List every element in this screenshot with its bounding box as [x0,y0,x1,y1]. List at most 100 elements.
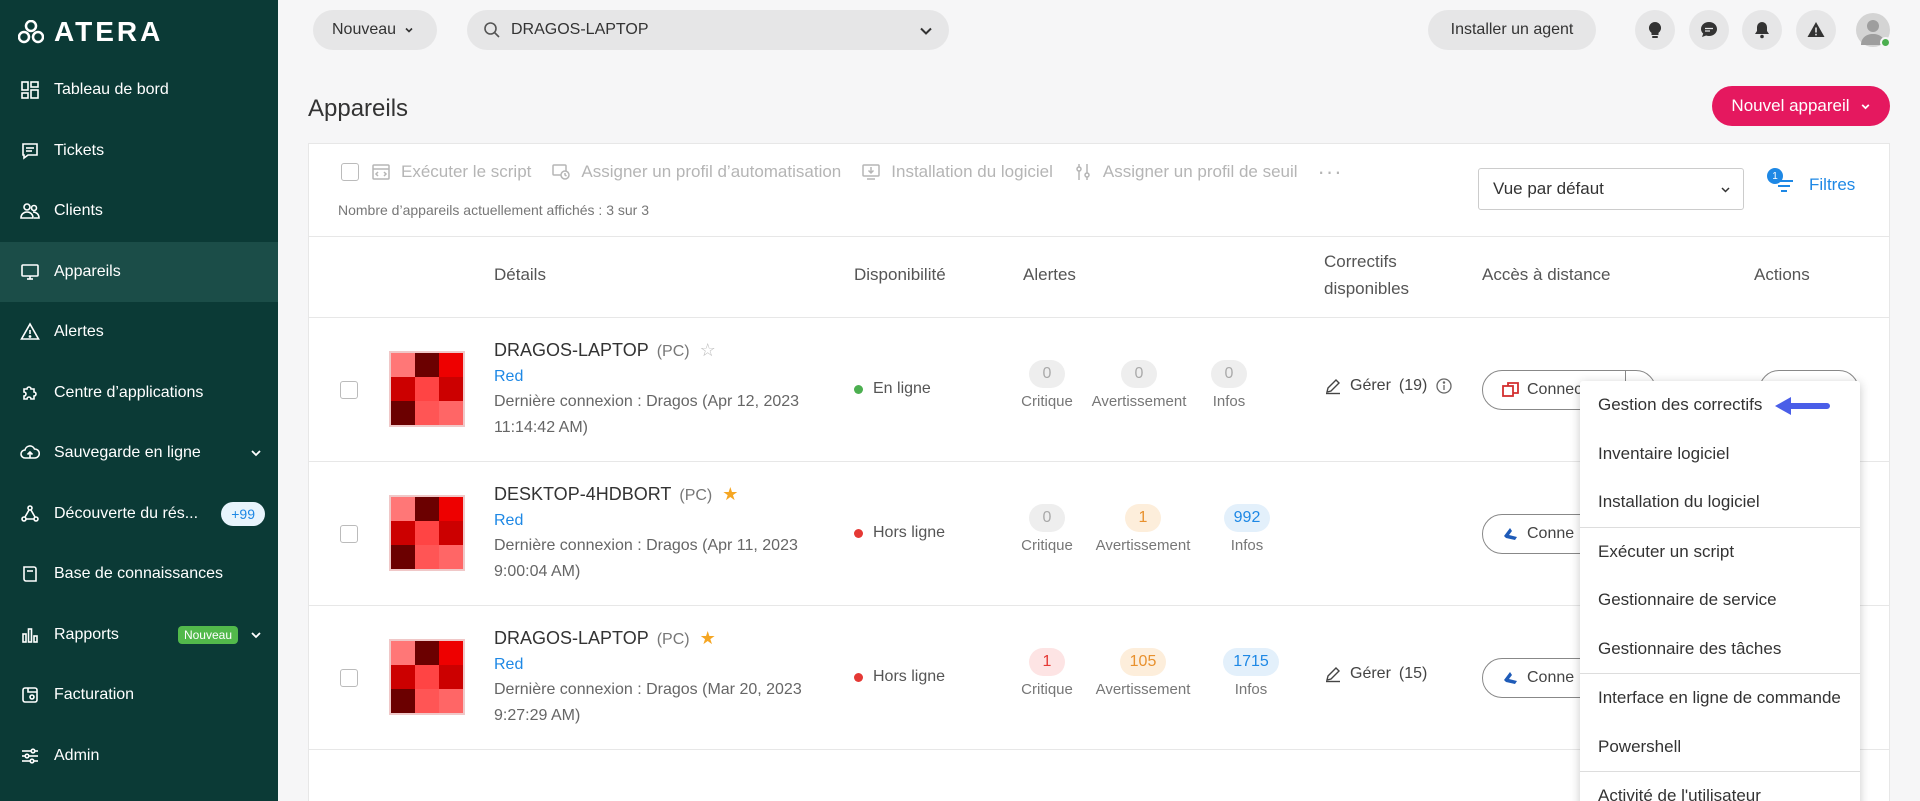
star-filled-icon[interactable]: ★ [700,628,716,648]
sidebar-item-label: Appareils [54,262,121,280]
search-input[interactable]: DRAGOS-LAPTOP [467,10,949,50]
alert-info[interactable]: 0 Infos [1205,360,1253,410]
sidebar-item-devices[interactable]: Appareils [0,241,278,302]
menu-item-command-line[interactable]: Interface en ligne de commande [1580,674,1860,723]
row-checkbox[interactable] [340,381,358,399]
client-link[interactable]: Red [494,512,523,530]
chat-icon[interactable] [1689,10,1729,50]
menu-item-user-activity[interactable]: Activité de l'utilisateur [1580,772,1860,801]
new-badge: Nouveau [177,625,238,644]
count-badge: +99 [221,501,265,526]
client-link[interactable]: Red [494,368,523,386]
info-count: 0 [1211,360,1247,388]
alert-critical[interactable]: 0 Critique [1021,360,1073,410]
warning-label: Avertissement [1095,537,1191,554]
assign-automation-action[interactable]: Assigner un profil d’automatisation [551,162,841,182]
alert-info[interactable]: 1715 Infos [1215,648,1287,698]
menu-item-powershell[interactable]: Powershell [1580,723,1860,772]
row-checkbox[interactable] [340,525,358,543]
alert-critical[interactable]: 0 Critique [1021,504,1073,554]
sliders-icon [20,746,40,766]
device-thumbnail [389,639,465,715]
sidebar-item-knowledge-base[interactable]: Base de connaissances [0,544,278,605]
warning-icon[interactable] [1796,10,1836,50]
sidebar-item-alerts[interactable]: Alertes [0,302,278,363]
menu-item-service-manager[interactable]: Gestionnaire de service [1580,576,1860,625]
last-login-line1: Dernière connexion : Dragos (Apr 12, 202… [494,393,800,410]
sidebar-item-network-discovery[interactable]: Découverte du rés... +99 [0,484,278,545]
select-all-checkbox[interactable] [341,163,359,181]
sidebar-item-tickets[interactable]: Tickets [0,121,278,182]
device-name-text: DRAGOS-LAPTOP [494,628,649,648]
alert-warning[interactable]: 1 Avertissement [1095,504,1191,554]
status-text: Hors ligne [873,668,946,685]
chevron-down-icon[interactable] [250,629,262,641]
filters-button[interactable]: 1 Filtres [1767,168,1856,198]
sidebar-item-billing[interactable]: Facturation [0,665,278,726]
connect-label: Conne [1527,669,1575,686]
view-select[interactable]: Vue par défaut [1478,168,1744,210]
top-bar: Nouveau DRAGOS-LAPTOP Installer un agent [278,0,1920,60]
device-name[interactable]: DRAGOS-LAPTOP (PC) ☆ [494,340,716,361]
bulk-actions-toolbar: Exécuter le script Assigner un profil d’… [341,159,1343,185]
logo-text: ATERA [54,16,164,47]
device-type: (PC) [679,487,713,504]
assign-threshold-action[interactable]: Assigner un profil de seuil [1073,162,1298,182]
column-header-patches-line1[interactable]: Correctifs [1324,252,1397,272]
new-button-label: Nouveau [332,21,397,38]
sidebar-item-admin[interactable]: Admin [0,726,278,787]
splashtop-icon [1504,672,1517,684]
column-header-remote-access[interactable]: Accès à distance [1482,265,1611,285]
sidebar-item-reports[interactable]: Rapports Nouveau [0,605,278,666]
menu-item-software-installation[interactable]: Installation du logiciel [1580,478,1860,527]
device-name-text: DRAGOS-LAPTOP [494,340,649,360]
atera-logo[interactable]: ATERA [18,16,163,48]
client-link[interactable]: Red [494,656,523,674]
assign-threshold-label: Assigner un profil de seuil [1102,162,1298,181]
sidebar-item-app-center[interactable]: Centre d’applications [0,363,278,424]
pointer-arrow-icon [1775,397,1830,415]
filters-label: Filtres [1809,175,1856,194]
star-outline-icon[interactable]: ☆ [700,340,716,360]
run-script-action[interactable]: Exécuter le script [371,162,531,182]
critical-count: 0 [1029,504,1065,532]
menu-item-run-script[interactable]: Exécuter un script [1580,528,1860,577]
chevron-down-icon[interactable] [919,24,933,38]
chevron-down-icon[interactable] [250,447,262,459]
column-header-details[interactable]: Détails [494,265,546,285]
lightbulb-icon[interactable] [1635,10,1675,50]
software-install-action[interactable]: Installation du logiciel [861,162,1053,182]
menu-item-software-inventory[interactable]: Inventaire logiciel [1580,430,1860,479]
alert-critical[interactable]: 1 Critique [1021,648,1073,698]
install-agent-button[interactable]: Installer un agent [1428,10,1596,50]
sidebar-item-clients[interactable]: Clients [0,181,278,242]
new-device-button[interactable]: Nouvel appareil [1712,86,1890,126]
manage-patches-link[interactable]: Gérer (15) [1324,665,1427,683]
bell-icon[interactable] [1742,10,1782,50]
remote-desktop-icon [1502,382,1519,397]
chevron-down-icon [1721,187,1730,193]
column-header-availability[interactable]: Disponibilité [854,265,946,285]
search-icon [484,22,500,38]
alert-warning[interactable]: 0 Avertissement [1091,360,1187,410]
column-header-alerts[interactable]: Alertes [1023,265,1076,285]
alert-warning[interactable]: 105 Avertissement [1095,648,1191,698]
sidebar-item-dashboard[interactable]: Tableau de bord [0,60,278,121]
warning-count: 0 [1121,360,1157,388]
info-count: 1715 [1223,648,1279,676]
more-actions-button[interactable]: ··· [1318,159,1343,185]
manage-label: Gérer [1350,665,1391,682]
row-checkbox[interactable] [340,669,358,687]
software-install-icon [862,164,881,180]
info-icon[interactable] [1435,377,1453,395]
alert-info[interactable]: 992 Infos [1215,504,1279,554]
new-dropdown-button[interactable]: Nouveau [313,10,437,50]
avatar[interactable] [1856,13,1891,48]
device-name[interactable]: DRAGOS-LAPTOP (PC) ★ [494,628,716,649]
sidebar-item-backup[interactable]: Sauvegarde en ligne [0,423,278,484]
menu-item-task-manager[interactable]: Gestionnaire des tâches [1580,625,1860,674]
column-header-patches-line2[interactable]: disponibles [1324,279,1409,299]
manage-patches-link[interactable]: Gérer (19) [1324,377,1453,395]
star-filled-icon[interactable]: ★ [722,484,738,504]
device-name[interactable]: DESKTOP-4HDBORT (PC) ★ [494,484,738,505]
